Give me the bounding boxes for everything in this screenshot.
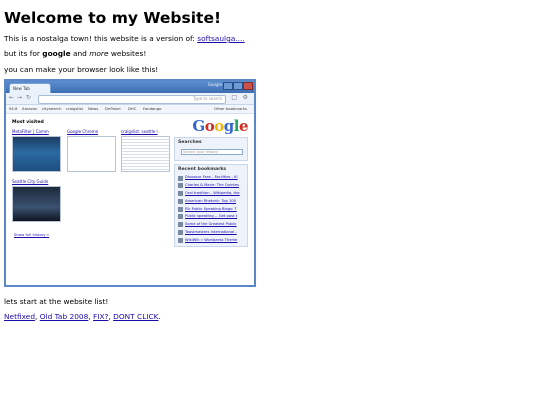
recent-bookmark-label: American Rhetoric: Top 100: [185, 198, 237, 203]
recent-bookmark-label: Oral tradition - Wikipedia, the: [185, 190, 240, 195]
browser-toolbar: ← → ↻ Type to search □ ⚙: [6, 93, 254, 105]
thumbnail-image: [12, 136, 61, 172]
recent-bookmark: Dinosaur Fans - Facilities - Ki: [175, 174, 247, 182]
searches-panel: Searches Search your history: [174, 137, 248, 161]
page-menu-icon: □: [231, 94, 237, 101]
old-tab-2008-link[interactable]: Old Tab 2008: [40, 312, 89, 321]
thumbnail-label: craigslist: seattle l: [121, 129, 158, 134]
close-icon: [243, 82, 253, 90]
recent-bookmark: American Rhetoric: Top 100: [175, 197, 247, 205]
title-bar-google-label: Google: [207, 82, 222, 87]
favicon-icon: [178, 214, 183, 220]
browser-screenshot: New Tab Google ← → ↻ Type to search □ ⚙ …: [4, 79, 256, 287]
google-line-mid: and: [70, 49, 90, 58]
reload-icon: ↻: [26, 94, 32, 101]
dont-click-link[interactable]: DONT CLICK: [113, 312, 158, 321]
recent-bookmark: Toastmasters International -: [175, 228, 247, 236]
bookmarks-bar: 94.6 Amazon cityseerch craigslist News D…: [6, 105, 254, 114]
thumbnail-label: Seattle City Guide: [12, 179, 49, 184]
most-visited-title: Most visited: [12, 120, 44, 125]
favicon-icon: [178, 237, 183, 243]
google-line-suffix: websites!: [108, 49, 147, 58]
recent-bookmark: Some of the Greatest Public: [175, 221, 247, 229]
recent-bookmark-label: Some of the Greatest Public: [185, 222, 237, 227]
favicon-icon: [178, 206, 183, 212]
softsaulga-link[interactable]: softsaulga....: [197, 34, 244, 43]
thumbnail-label: Google Chrome: [67, 129, 99, 134]
forward-arrow-icon: →: [17, 94, 23, 101]
new-tab-content: Most visited MetaFilter | Comm Google Ch…: [6, 114, 254, 285]
favicon-icon: [178, 222, 183, 228]
maximize-icon: [233, 82, 243, 90]
recent-bookmark: WikiWik » Wordpress Theme: [175, 236, 247, 244]
omnibox: Type to search: [38, 95, 226, 104]
favicon-icon: [178, 183, 183, 189]
thumbnail-image: [121, 136, 170, 172]
browser-line: you can make your browser look like this…: [4, 65, 159, 74]
browser-tab: New Tab: [9, 83, 51, 93]
recent-bookmark: Elk Public Speaking Blogs: T: [175, 205, 247, 213]
recent-bookmarks-title: Recent bookmarks: [178, 167, 227, 172]
bookmark-item: Fandango: [143, 106, 162, 111]
more-italic-text: more: [89, 49, 109, 58]
thumbnail-image: [67, 136, 116, 172]
website-links: Netfixed, Old Tab 2008, FIX?, DONT CLICK…: [4, 312, 161, 321]
recent-bookmark-label: WikiWik » Wordpress Theme: [185, 237, 238, 242]
show-history-link: Show full history »: [14, 232, 50, 237]
recent-bookmark-label: Dinosaur Fans - Facilities - Ki: [185, 175, 238, 180]
wrench-icon: ⚙: [242, 94, 248, 101]
back-arrow-icon: ←: [9, 94, 15, 101]
recent-bookmarks-panel: Recent bookmarks Dinosaur Fans - Facilit…: [174, 164, 248, 247]
google-line-prefix: but its for: [4, 49, 43, 58]
recent-bookmark-label: Charles & Marie: The Quintes: [185, 183, 240, 188]
minimize-icon: [223, 82, 233, 90]
bookmark-item: DnPanel: [105, 106, 121, 111]
bookmark-item: DHC: [128, 106, 137, 111]
website-list-line: lets start at the website list!: [4, 297, 109, 306]
google-line: but its for google and more websites!: [4, 49, 146, 58]
recent-bookmark-label: Public speaking -- Get past t: [185, 214, 238, 219]
bookmark-item: News: [88, 106, 99, 111]
google-logo: Google: [192, 117, 248, 135]
bookmark-item: cityseerch: [42, 106, 62, 111]
recent-bookmark: Public speaking -- Get past t: [175, 213, 247, 221]
favicon-icon: [178, 191, 183, 197]
history-search-input: Search your history: [181, 149, 243, 155]
searches-title: Searches: [178, 140, 202, 145]
intro-text: This is a nostalga town! this website is…: [4, 34, 198, 43]
netfixed-link[interactable]: Netfixed: [4, 312, 35, 321]
other-bookmarks: Other bookmarks: [214, 106, 248, 111]
favicon-icon: [178, 175, 183, 181]
bookmark-item: Amazon: [22, 106, 38, 111]
browser-title-bar: New Tab Google: [6, 81, 254, 93]
favicon-icon: [178, 198, 183, 204]
bookmark-item: craigslist: [66, 106, 83, 111]
omnibox-hint: Type to search: [192, 96, 222, 101]
thumbnail-image: [12, 186, 61, 222]
favicon-icon: [178, 229, 183, 235]
page-title: Welcome to my Website!: [4, 9, 222, 27]
recent-bookmark: Oral tradition - Wikipedia, the: [175, 190, 247, 198]
intro-line: This is a nostalga town! this website is…: [4, 34, 245, 43]
recent-bookmark-label: Toastmasters International -: [185, 229, 237, 234]
google-bold-text: google: [42, 49, 71, 58]
bookmark-item: 94.6: [9, 106, 18, 111]
recent-bookmark: Charles & Marie: The Quintes: [175, 182, 247, 190]
fix-link[interactable]: FIX?: [93, 312, 108, 321]
thumbnail-label: MetaFilter | Comm: [12, 129, 49, 134]
recent-bookmark-label: Elk Public Speaking Blogs: T: [185, 206, 237, 211]
